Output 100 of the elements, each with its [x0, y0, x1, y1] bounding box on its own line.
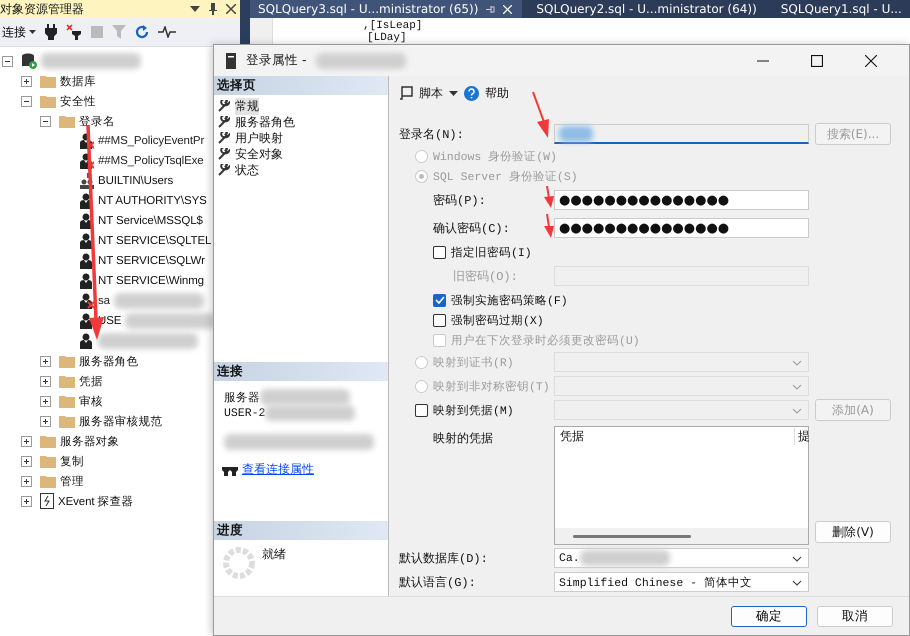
tree-item[interactable]: 审核 [79, 394, 103, 408]
collapse-icon[interactable] [2, 56, 13, 66]
document-tab[interactable]: SQLQuery3.sql - U...ministrator (65)) [250, 0, 522, 18]
collapse-icon[interactable] [21, 96, 32, 106]
tree-item[interactable]: NT SERVICE\SQLTEL [98, 235, 212, 247]
pin-icon[interactable] [486, 4, 496, 14]
maximize-icon[interactable] [811, 54, 823, 66]
close-icon[interactable] [226, 4, 236, 14]
tree-item[interactable]: 服务器对象 [60, 434, 120, 448]
tree-item[interactable]: BUILTIN\Users [98, 175, 174, 187]
chevron-down-icon [792, 408, 802, 414]
dropdown-field[interactable]: Simplified Chinese - 简体中文 [554, 572, 809, 592]
tree-item[interactable]: 管理 [60, 474, 84, 488]
expand-icon[interactable] [40, 376, 51, 386]
remove-button[interactable]: 删除(V) [815, 521, 891, 543]
tree-item[interactable]: 数据库 [60, 74, 96, 88]
page-item[interactable]: 常规 [235, 98, 259, 114]
tree-item[interactable]: NT AUTHORITY\SYS [98, 195, 207, 207]
folder-icon [40, 94, 56, 108]
confirm-password-field[interactable]: ●●●●●●●●●●●●●●● [554, 218, 809, 238]
code-line: ,[IsLeap] [363, 20, 422, 32]
dropdown-icon[interactable] [449, 90, 458, 96]
redacted-blur [559, 126, 593, 142]
checkbox[interactable] [433, 246, 446, 258]
page-item[interactable]: 状态 [235, 162, 259, 178]
field-label: 旧密码(O): [452, 268, 519, 284]
tree-item[interactable]: 服务器审核规范 [79, 414, 162, 428]
page-item[interactable]: 服务器角色 [235, 114, 295, 130]
column-header[interactable]: 凭据 [555, 428, 794, 444]
tree-item[interactable]: NT SERVICE\Winmg [98, 275, 204, 287]
progress-status: 就绪 [262, 546, 286, 563]
checkbox[interactable] [415, 404, 428, 416]
folder-icon [59, 374, 75, 388]
dropdown-field[interactable]: Ca. [554, 548, 809, 568]
activity-icon[interactable] [158, 26, 176, 38]
pin-icon[interactable] [208, 3, 218, 15]
field-label: 默认数据库(D): [399, 550, 489, 566]
dialog-button[interactable]: 确定 [731, 606, 807, 626]
document-tab[interactable]: SQLQuery2.sql - U...ministrator (64)) [522, 0, 767, 18]
tree-item[interactable]: XEvent 探查器 [58, 494, 134, 508]
option-label: 映射到非对称密钥(T) [433, 379, 550, 394]
dialog-button[interactable]: 取消 [817, 606, 893, 626]
section-header: 连接 [214, 362, 388, 381]
chevron-down-icon [792, 360, 802, 366]
folder-icon [40, 474, 56, 488]
spinner-icon [222, 546, 256, 580]
collapse-icon[interactable] [40, 116, 51, 126]
pane-title: 对象资源管理器 [0, 0, 84, 18]
option-label: SQL Server 身份验证(S) [433, 170, 578, 184]
expand-icon[interactable] [21, 76, 32, 86]
expand-icon[interactable] [21, 456, 32, 466]
folder-icon [59, 414, 75, 428]
expand-icon[interactable] [40, 396, 51, 406]
section-header: 进度 [214, 521, 388, 540]
checkbox[interactable] [433, 314, 446, 326]
refresh-icon[interactable] [135, 25, 149, 39]
close-icon[interactable] [865, 54, 877, 66]
expand-icon[interactable] [21, 496, 32, 506]
scrollbar-thumb[interactable] [573, 534, 691, 538]
password-field[interactable]: ●●●●●●●●●●●●●●● [554, 190, 809, 210]
expand-icon[interactable] [21, 436, 32, 446]
server-name: USER-2 [224, 406, 266, 420]
tree-item[interactable]: 服务器角色 [79, 354, 139, 368]
expand-icon[interactable] [40, 416, 51, 426]
folder-icon [59, 354, 75, 368]
help-icon[interactable] [464, 86, 479, 100]
tree-item[interactable]: 凭据 [79, 374, 103, 388]
dropdown-icon[interactable] [190, 6, 200, 12]
chevron-down-icon [792, 580, 802, 586]
connect-button[interactable]: 连接 [2, 24, 36, 40]
folder-icon [59, 114, 75, 128]
server-icon [226, 52, 236, 68]
option-label: 指定旧密码(I) [451, 245, 532, 260]
folder-icon [40, 454, 56, 468]
page-item[interactable]: 用户映射 [235, 130, 283, 146]
folder-icon [40, 74, 56, 88]
checkbox[interactable] [433, 294, 446, 306]
tree-item[interactable]: NT Service\MSSQL$ [98, 215, 203, 227]
wrench-icon [218, 164, 230, 176]
document-tab[interactable]: SQLQuery1.sql - U... [766, 0, 910, 18]
tree-item[interactable]: 登录名 [79, 114, 115, 128]
server-label: 服务器 [224, 390, 260, 404]
connection-properties-link[interactable]: 查看连接属性 [242, 461, 314, 478]
login-name-field[interactable] [554, 124, 809, 144]
folder-icon [59, 394, 75, 408]
help-button[interactable]: 帮助 [485, 84, 509, 102]
script-button[interactable]: 脚本 [419, 84, 443, 102]
script-icon[interactable] [399, 86, 413, 100]
tree-item[interactable]: 复制 [60, 454, 84, 468]
expand-icon[interactable] [21, 476, 32, 486]
page-item[interactable]: 安全对象 [235, 146, 283, 162]
column-header[interactable]: 提 [794, 428, 808, 444]
credentials-grid[interactable]: 凭据 提 [554, 426, 809, 545]
tree-item[interactable]: 安全性 [60, 94, 96, 108]
field-label: 映射的凭据 [433, 431, 494, 447]
chevron-down-icon [792, 556, 802, 562]
option-label: 映射到凭据(M) [433, 404, 514, 418]
tree-item[interactable]: NT SERVICE\SQLWr [98, 255, 205, 267]
option-label: 强制实施密码策略(F) [451, 293, 568, 308]
expand-icon[interactable] [40, 356, 51, 366]
